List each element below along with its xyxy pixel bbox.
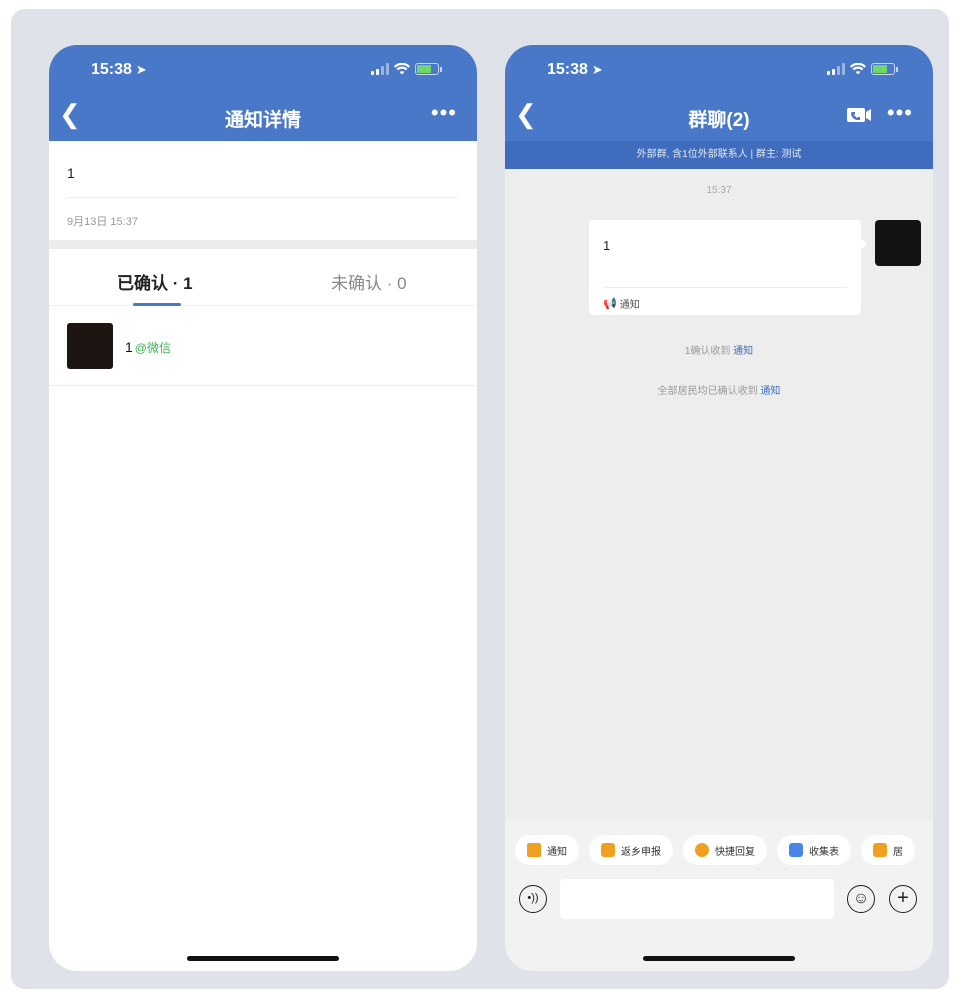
right-phone-screen: 15:38 ➤ ❮ 群聊(2) ••• 外部群, 含1位外部联系人 | 群主: 测… — [505, 45, 933, 971]
system-message-text: 全部居民均已确认收到 — [657, 386, 758, 397]
system-message: 1确认收到 通知 — [505, 342, 933, 357]
battery-icon — [415, 63, 442, 75]
home-indicator — [643, 956, 795, 961]
tab-unconfirmed[interactable]: 未确认 · 0 — [331, 269, 407, 294]
screenshot-frame: 15:38 ➤ ❮ 通知详情 ••• 1 9月13日 15:37 已确认 · 1 … — [11, 9, 949, 989]
bubble-text: 1 — [603, 238, 611, 253]
location-arrow-icon: ➤ — [135, 62, 147, 77]
notice-link[interactable]: 通知 — [733, 346, 753, 357]
megaphone-icon: 📢 — [603, 298, 617, 310]
chip-label: 返乡申报 — [621, 846, 661, 858]
message-input[interactable] — [560, 879, 834, 919]
status-time-text: 15:38 — [547, 61, 588, 78]
home-indicator — [187, 956, 339, 961]
chip-label: 快捷回复 — [715, 846, 755, 858]
page-title: 通知详情 — [224, 110, 301, 131]
signal-icon — [827, 63, 845, 75]
left-phone-screen: 15:38 ➤ ❮ 通知详情 ••• 1 9月13日 15:37 已确认 · 1 … — [49, 45, 477, 971]
system-message-text: 1确认收到 — [684, 346, 731, 357]
chip-label: 收集表 — [809, 846, 839, 858]
more-icon[interactable]: ••• — [887, 102, 913, 124]
wifi-icon — [850, 63, 866, 75]
system-message: 全部居民均已确认收到 通知 — [505, 382, 933, 397]
notice-content: 1 — [67, 165, 75, 181]
notice-message-bubble[interactable]: 1 📢 通知 — [589, 220, 867, 315]
calendar-icon — [873, 843, 887, 857]
nav-bar: 15:38 ➤ ❮ 通知详情 ••• — [49, 45, 477, 141]
chip-label: 通知 — [547, 846, 567, 858]
voice-icon[interactable]: •)) — [519, 885, 547, 913]
confirm-tabs: 已确认 · 1 未确认 · 0 — [49, 249, 477, 306]
status-time-text: 15:38 — [91, 61, 132, 78]
chat-timestamp: 15:37 — [706, 185, 732, 196]
reply-icon — [695, 843, 709, 857]
avatar — [67, 323, 113, 369]
message-input-row: •)) ☺ + — [505, 877, 933, 923]
form-icon — [789, 843, 803, 857]
nav-bar: 15:38 ➤ ❮ 群聊(2) ••• — [505, 45, 933, 141]
divider — [603, 287, 847, 288]
megaphone-icon — [527, 843, 541, 857]
member-name-line: 1 @微信 — [125, 339, 171, 356]
chip-collection-form[interactable]: 收集表 — [777, 835, 851, 865]
video-call-icon[interactable] — [847, 107, 873, 123]
chip-label: 居 — [893, 846, 903, 858]
chip-return-home-report[interactable]: 返乡申报 — [589, 835, 673, 865]
section-gap — [49, 240, 477, 249]
group-subtitle: 外部群, 含1位外部联系人 | 群主: 测试 — [505, 141, 933, 169]
divider — [67, 197, 459, 198]
member-name: 1 — [125, 339, 133, 355]
status-icons — [371, 63, 442, 75]
bubble-footer: 📢 通知 — [603, 296, 640, 311]
plus-icon[interactable]: + — [889, 885, 917, 913]
notice-link[interactable]: 通知 — [760, 386, 780, 397]
wechat-tag: @微信 — [134, 341, 171, 355]
status-icons — [827, 63, 898, 75]
more-icon[interactable]: ••• — [431, 102, 457, 124]
notice-card: 1 9月13日 15:37 — [49, 141, 477, 240]
member-row[interactable]: 1 @微信 — [49, 307, 477, 386]
status-time: 15:38 ➤ — [91, 61, 147, 79]
tab-active-indicator — [133, 303, 181, 306]
avatar[interactable] — [875, 220, 921, 266]
bubble-footer-label: 通知 — [619, 300, 640, 311]
doc-icon — [601, 843, 615, 857]
input-panel: 通知 返乡申报 快捷回复 收集表 居 •)) ☺ + — [505, 821, 933, 971]
quick-action-chips: 通知 返乡申报 快捷回复 收集表 居 — [515, 835, 915, 865]
chip-resident[interactable]: 居 — [861, 835, 915, 865]
notice-date: 9月13日 15:37 — [67, 216, 138, 228]
location-arrow-icon: ➤ — [591, 62, 603, 77]
status-time: 15:38 ➤ — [547, 61, 603, 79]
emoji-icon[interactable]: ☺ — [847, 885, 875, 913]
tab-confirmed[interactable]: 已确认 · 1 — [117, 269, 193, 294]
signal-icon — [371, 63, 389, 75]
chip-notice[interactable]: 通知 — [515, 835, 579, 865]
battery-icon — [871, 63, 898, 75]
chip-quick-reply[interactable]: 快捷回复 — [683, 835, 767, 865]
wifi-icon — [394, 63, 410, 75]
